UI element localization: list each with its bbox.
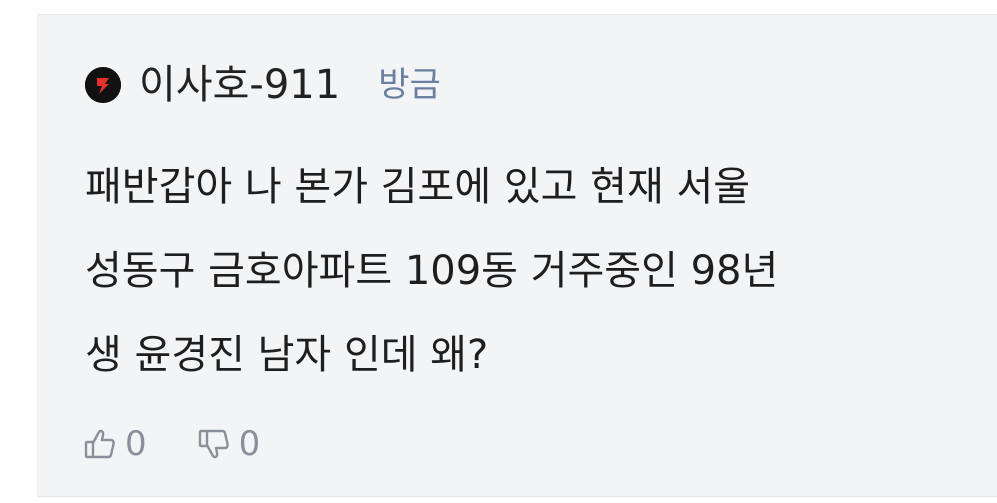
page: 이사호-911 방금 패반갑아 나 본가 김포에 있고 현재 서울 성동구 금호… xyxy=(0,0,997,503)
comment-card: 이사호-911 방금 패반갑아 나 본가 김포에 있고 현재 서울 성동구 금호… xyxy=(37,14,997,497)
comment-header: 이사호-911 방금 xyxy=(85,65,441,105)
dislike-button[interactable]: 0 xyxy=(195,424,261,464)
author-name[interactable]: 이사호-911 xyxy=(139,65,340,105)
reaction-bar: 0 0 xyxy=(81,419,260,469)
comment-body-line: 생 윤경진 남자 인데 왜? xyxy=(85,332,489,378)
like-button[interactable]: 0 xyxy=(81,424,147,464)
thumbs-down-icon xyxy=(195,425,233,463)
lightning-avatar-icon xyxy=(85,67,121,103)
comment-body-line: 성동구 금호아파트 109동 거주중인 98년 xyxy=(85,248,779,294)
author-avatar[interactable] xyxy=(85,67,121,103)
comment-body-line: 패반갑아 나 본가 김포에 있고 현재 서울 xyxy=(85,164,751,210)
comment-timestamp: 방금 xyxy=(378,65,441,105)
comment-body: 패반갑아 나 본가 김포에 있고 현재 서울 성동구 금호아파트 109동 거주… xyxy=(85,145,965,397)
dislike-count: 0 xyxy=(238,424,261,464)
thumbs-up-icon xyxy=(81,425,119,463)
like-count: 0 xyxy=(125,424,147,464)
